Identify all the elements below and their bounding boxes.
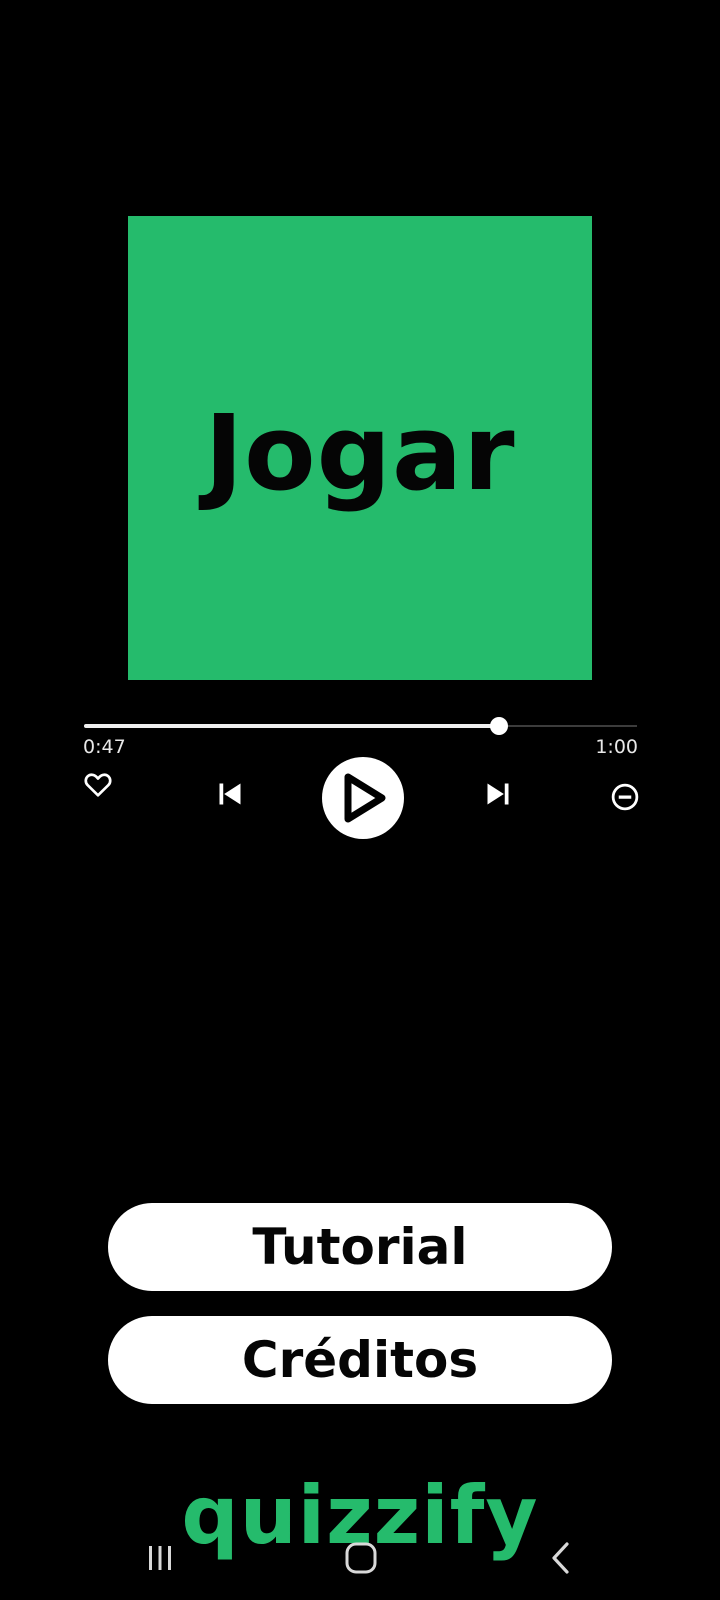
remove-button[interactable] (608, 780, 642, 814)
back-button[interactable] (532, 1528, 592, 1588)
play-game-cover-button[interactable]: Jogar (128, 216, 592, 680)
recent-apps-button[interactable] (130, 1528, 190, 1588)
skip-previous-icon (219, 783, 241, 805)
recent-apps-icon (149, 1546, 171, 1570)
previous-button[interactable] (212, 776, 248, 812)
remove-circle-icon (611, 783, 639, 811)
progress-thumb[interactable] (489, 717, 508, 735)
like-button[interactable] (80, 766, 116, 802)
home-icon (345, 1542, 377, 1574)
elapsed-time: 0:47 (83, 736, 126, 758)
progress-bar[interactable] (84, 716, 637, 736)
home-button[interactable] (331, 1528, 391, 1588)
heart-icon (84, 773, 112, 797)
play-button[interactable] (322, 757, 404, 839)
play-game-label: Jogar (204, 392, 516, 514)
next-button[interactable] (480, 776, 516, 812)
play-icon (344, 773, 386, 823)
tutorial-button-label: Tutorial (252, 1218, 468, 1276)
credits-button-label: Créditos (241, 1331, 479, 1389)
tutorial-button[interactable]: Tutorial (108, 1203, 612, 1291)
skip-next-icon (487, 783, 509, 805)
progress-fill (84, 724, 499, 728)
total-time: 1:00 (595, 736, 638, 758)
back-icon (552, 1542, 569, 1574)
credits-button[interactable]: Créditos (108, 1316, 612, 1404)
